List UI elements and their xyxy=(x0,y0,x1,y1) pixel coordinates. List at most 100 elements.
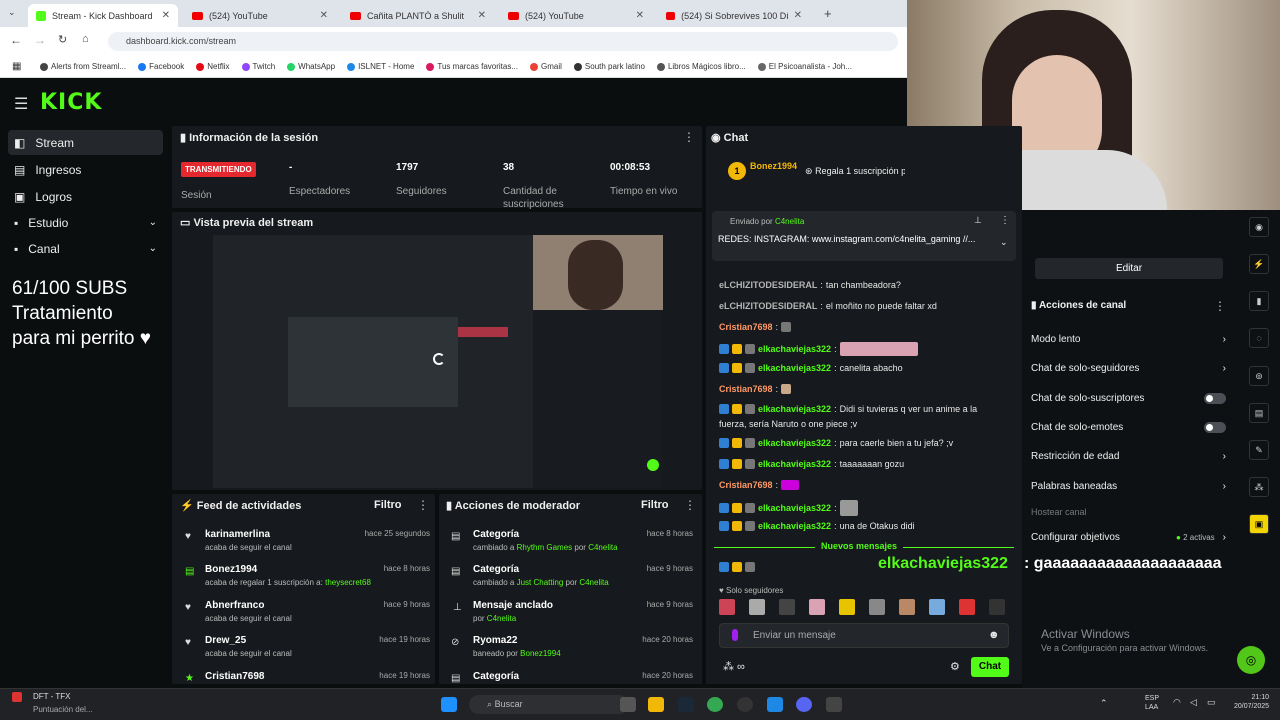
sidebar-item-stream[interactable]: ◧ Stream xyxy=(8,130,163,155)
new-tab-icon[interactable]: + xyxy=(824,6,832,21)
back-icon[interactable]: ← xyxy=(10,33,22,47)
close-icon[interactable]: ✕ xyxy=(636,10,644,21)
chat-user[interactable]: elkachaviejas322 xyxy=(758,344,831,354)
menu-icon[interactable]: ☰ xyxy=(14,94,28,114)
mic-icon[interactable] xyxy=(732,629,738,641)
chat-icon[interactable]: ◌ xyxy=(1249,328,1269,348)
sidebar-item-logros[interactable]: ▣ Logros xyxy=(8,184,163,209)
bolt-icon[interactable]: ⚡ xyxy=(1249,254,1269,274)
file-explorer-icon[interactable] xyxy=(648,697,664,712)
chat-user[interactable]: eLCHIZITODESIDERAL xyxy=(719,301,817,311)
more-icon[interactable]: ⋮ xyxy=(1000,215,1010,226)
close-icon[interactable]: ✕ xyxy=(162,10,170,21)
mod-by-user[interactable]: C4nelita xyxy=(588,543,617,552)
bookmark-item[interactable]: Netflix xyxy=(196,62,230,71)
activity-filter-button[interactable]: Filtro xyxy=(374,499,402,511)
mod-highlight[interactable]: C4nelita xyxy=(487,614,516,623)
tab-youtube-2[interactable]: Cañita PLANTÓ a Shulit ✕ xyxy=(342,4,494,27)
taskbar-app-title[interactable]: DFT - TFX xyxy=(33,692,70,701)
chat-user[interactable]: elkachaviejas322 xyxy=(758,503,831,513)
chat-user[interactable]: Cristian7698 xyxy=(719,480,773,490)
chat-user[interactable]: elkachaviejas322 xyxy=(758,438,831,448)
emote-icon[interactable] xyxy=(989,599,1005,615)
more-icon[interactable]: ⋮ xyxy=(417,498,429,512)
home-icon[interactable]: ⌂ xyxy=(82,33,89,45)
age-restriction-row[interactable]: Restricción de edad › xyxy=(1031,451,1226,462)
reload-icon[interactable]: ↻ xyxy=(58,33,67,46)
chat-user[interactable]: elkachaviejas322 xyxy=(758,404,831,414)
book-icon[interactable]: ▮ xyxy=(1249,291,1269,311)
bookmark-item[interactable]: El Psicoanalista - Joh... xyxy=(757,62,852,71)
apps-grid-icon[interactable]: ▦ xyxy=(12,61,21,72)
chat-user[interactable]: Cristian7698 xyxy=(719,322,773,332)
forward-icon[interactable]: → xyxy=(34,33,46,47)
volume-icon[interactable]: ◁ xyxy=(1190,697,1197,708)
tab-youtube-3[interactable]: (524) YouTube ✕ xyxy=(500,4,652,27)
chat-input[interactable]: Enviar un mensaje ☻ xyxy=(719,623,1009,648)
wifi-icon[interactable]: ◠ xyxy=(1173,697,1181,708)
tab-search-icon[interactable]: ⌄ xyxy=(8,7,16,18)
tab-youtube-1[interactable]: (524) YouTube ✕ xyxy=(184,4,336,27)
language-indicator[interactable]: ESP LAA xyxy=(1145,694,1159,712)
tab-youtube-4[interactable]: (524) Si Sobrevives 100 Días At ✕ xyxy=(658,4,810,27)
subscribers-only-toggle[interactable] xyxy=(1204,393,1226,404)
obs-icon[interactable] xyxy=(737,697,753,712)
close-icon[interactable]: ✕ xyxy=(478,10,486,21)
bookmark-item[interactable]: South park latino xyxy=(573,62,645,71)
more-icon[interactable]: ⋮ xyxy=(683,130,695,144)
bookmark-item[interactable]: Tus marcas favoritas... xyxy=(426,62,518,71)
discord-icon[interactable] xyxy=(796,697,812,712)
layout-icon[interactable]: ▤ xyxy=(1249,403,1269,423)
app-icon[interactable] xyxy=(826,697,842,712)
battery-icon[interactable]: ▭ xyxy=(1207,697,1216,708)
modactions-filter-button[interactable]: Filtro xyxy=(641,499,669,511)
gear-icon[interactable]: ⚙ xyxy=(950,660,960,673)
pin-icon[interactable]: ⊥ xyxy=(974,215,982,226)
activity-target-user[interactable]: theysecret68 xyxy=(325,578,371,587)
chevron-up-icon[interactable]: ⌃ xyxy=(1100,698,1108,709)
sidebar-item-ingresos[interactable]: ▤ Ingresos xyxy=(8,157,163,182)
bookmark-item[interactable]: Gmail xyxy=(530,62,562,71)
emote-icon[interactable] xyxy=(779,599,795,615)
emote-icon[interactable] xyxy=(959,599,975,615)
bookmark-item[interactable]: Facebook xyxy=(138,62,184,71)
pinned-by-user[interactable]: C4nelita xyxy=(775,217,804,226)
badges-icon[interactable]: ⁂ ∞ xyxy=(723,660,745,673)
gift-user[interactable]: Bonez1994 xyxy=(750,161,797,171)
windows-start-icon[interactable] xyxy=(441,697,457,712)
emote-icon[interactable] xyxy=(719,599,735,615)
emote-icon[interactable] xyxy=(929,599,945,615)
more-icon[interactable]: ⋮ xyxy=(684,498,696,512)
new-messages-label[interactable]: Nuevos mensajes xyxy=(815,541,904,551)
bookmark-item[interactable]: Alerts from Streaml... xyxy=(40,62,126,71)
sidebar-item-canal[interactable]: ▪ Canal ⌄ xyxy=(8,236,163,261)
emote-icon[interactable] xyxy=(749,599,765,615)
url-input[interactable]: dashboard.kick.com/stream xyxy=(108,32,898,51)
close-icon[interactable]: ✕ xyxy=(320,10,328,21)
broadcast-icon[interactable]: ⊚ xyxy=(1249,366,1269,386)
close-icon[interactable]: ✕ xyxy=(794,10,802,21)
bookmark-item[interactable]: WhatsApp xyxy=(287,62,335,71)
stream-icon[interactable]: ◉ xyxy=(1249,217,1269,237)
mod-highlight[interactable]: Bonez1994 xyxy=(520,649,560,658)
cluster-icon[interactable]: ⁂ xyxy=(1249,477,1269,497)
emote-icon[interactable] xyxy=(869,599,885,615)
chevron-down-icon[interactable]: ⌄ xyxy=(1000,237,1008,248)
bookmark-item[interactable]: Libros Mágicos libro... xyxy=(656,62,746,71)
chat-user[interactable]: Cristian7698 xyxy=(719,384,773,394)
mod-by-user[interactable]: C4nelita xyxy=(579,578,608,587)
followers-only-row[interactable]: Chat de solo-seguidores › xyxy=(1031,363,1226,374)
sidebar-item-estudio[interactable]: ▪ Estudio ⌄ xyxy=(8,210,163,235)
stream-preview-video[interactable] xyxy=(213,235,663,488)
chat-user[interactable]: eLCHIZITODESIDERAL xyxy=(719,280,817,290)
chat-user[interactable]: elkachaviejas322 xyxy=(758,459,831,469)
emote-icon[interactable] xyxy=(839,599,855,615)
help-bubble-icon[interactable]: ◎ xyxy=(1237,646,1265,674)
edit-button[interactable]: Editar xyxy=(1035,258,1223,279)
send-chat-button[interactable]: Chat xyxy=(971,657,1009,677)
chat-user[interactable]: elkachaviejas322 xyxy=(758,521,831,531)
bookmark-item[interactable]: Twitch xyxy=(241,62,275,71)
tab-kick-dashboard[interactable]: Stream - Kick Dashboard ✕ xyxy=(28,4,178,27)
goals-row[interactable]: Configurar objetivos ● 2 activas › xyxy=(1031,532,1226,543)
emote-icon[interactable] xyxy=(899,599,915,615)
